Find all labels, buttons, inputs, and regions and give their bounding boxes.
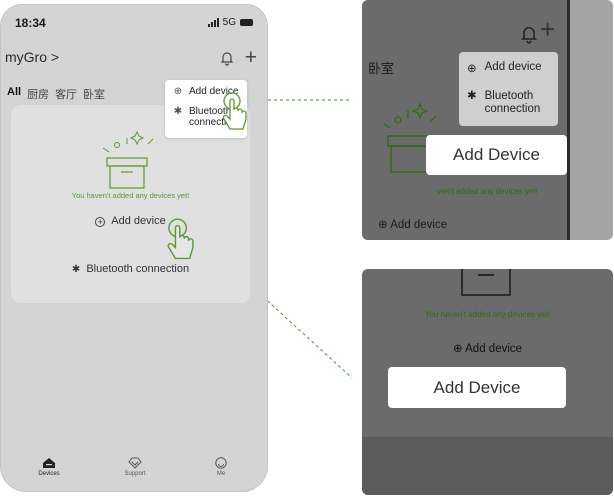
tab-me[interactable]: Me bbox=[191, 457, 251, 477]
zoom-panel-empty-state: You haven't added any devices yet! ⊕ Add… bbox=[362, 269, 613, 495]
empty-state-message: You haven't added any devices yet! bbox=[71, 191, 190, 200]
popup-bluetooth: ✱ Bluetooth connection bbox=[467, 90, 540, 116]
bottom-tab-bar: Devices Support Me bbox=[1, 451, 267, 491]
tap-hand-icon bbox=[167, 218, 194, 260]
tab-me-label: Me bbox=[216, 471, 226, 477]
room-tab-kitchen[interactable]: 厨房 bbox=[27, 86, 49, 102]
add-device-button: ⊕ Add device bbox=[362, 341, 613, 355]
signal-icon bbox=[207, 18, 219, 27]
empty-box-icon bbox=[461, 269, 511, 296]
add-device-label: Add device bbox=[465, 343, 523, 355]
bluetooth-icon: ✱ bbox=[467, 90, 477, 102]
room-tab-all[interactable]: All bbox=[7, 86, 21, 102]
network-status: 5G bbox=[207, 17, 253, 28]
battery-icon bbox=[240, 19, 253, 26]
callout-label: Add Device bbox=[388, 367, 566, 408]
tab-devices[interactable]: Devices bbox=[19, 457, 79, 477]
bluetooth-connection-button[interactable]: ✱ Bluetooth connection bbox=[11, 263, 250, 275]
add-device-button: ⊕ Add device bbox=[378, 217, 447, 231]
room-tab-bedroom: 卧室 bbox=[368, 61, 395, 76]
phone-screen: 18:34 5G myGro > + All 厨房 客厅 卧室 You have… bbox=[0, 4, 268, 492]
circle-plus-icon: ⊕ bbox=[467, 63, 477, 75]
plus-icon[interactable]: + bbox=[245, 46, 257, 70]
empty-box-icon bbox=[102, 130, 154, 189]
room-tab-living[interactable]: 客厅 bbox=[55, 86, 77, 102]
popup-bluetooth-line2: connection bbox=[484, 103, 541, 115]
bell-icon bbox=[520, 27, 538, 44]
add-device-label: Add device bbox=[390, 219, 448, 231]
status-bar: 18:34 5G bbox=[1, 5, 267, 35]
circle-plus-icon: ⊕ bbox=[378, 219, 388, 231]
empty-state-message: ven't added any devices yet! bbox=[437, 187, 538, 196]
add-device-button[interactable]: + Add device bbox=[11, 215, 250, 227]
app-header: myGro > + bbox=[5, 46, 257, 70]
support-icon bbox=[128, 457, 142, 469]
room-tabs: All 厨房 客厅 卧室 bbox=[7, 86, 105, 102]
bluetooth-icon: ✱ bbox=[173, 106, 183, 117]
add-device-label: Add device bbox=[111, 215, 166, 227]
circle-plus-icon: ⊕ bbox=[173, 86, 183, 97]
status-time: 18:34 bbox=[15, 16, 46, 30]
bell-icon[interactable] bbox=[219, 50, 235, 66]
network-label: 5G bbox=[222, 17, 236, 28]
tab-support-label: Support bbox=[124, 471, 146, 477]
tap-hand-icon bbox=[223, 92, 247, 130]
home-icon bbox=[43, 458, 55, 468]
circle-plus-icon: ⊕ bbox=[452, 343, 463, 355]
callout-label: Add Device bbox=[426, 135, 567, 175]
empty-state-message: You haven't added any devices yet! bbox=[424, 310, 551, 319]
popup-add-device: ⊕ Add device bbox=[467, 61, 542, 75]
add-menu-popup-zoom: ⊕ Add device ✱ Bluetooth connection bbox=[459, 52, 558, 126]
room-tab-bedroom[interactable]: 卧室 bbox=[83, 86, 105, 102]
smiley-icon bbox=[215, 457, 227, 469]
zoom-panel-popup: + 卧室 ⊕ Add device ✱ Bluetooth connection … bbox=[362, 0, 613, 240]
popup-add-device-label: Add device bbox=[484, 61, 542, 73]
circle-plus-icon: + bbox=[95, 217, 106, 227]
home-title[interactable]: myGro > bbox=[5, 49, 59, 65]
plus-icon: + bbox=[540, 14, 556, 44]
tab-devices-label: Devices bbox=[38, 471, 60, 477]
popup-bluetooth-line1: Bluetooth bbox=[484, 90, 534, 102]
tab-support[interactable]: Support bbox=[105, 457, 165, 477]
bluetooth-icon: ✱ bbox=[71, 264, 81, 275]
